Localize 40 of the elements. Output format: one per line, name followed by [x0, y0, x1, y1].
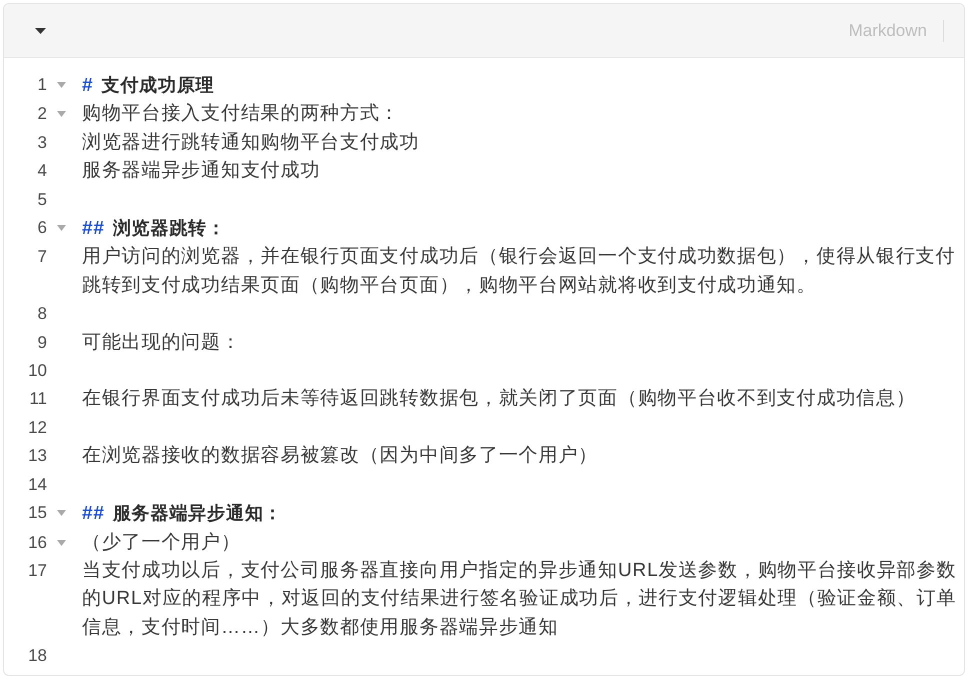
line-number: 15 — [27, 502, 47, 524]
line-number: 17 — [27, 560, 47, 582]
line-number: 18 — [27, 645, 47, 668]
fold-arrow-icon[interactable] — [57, 510, 66, 516]
line-number: 4 — [36, 160, 47, 182]
fold-arrow-icon[interactable] — [57, 111, 66, 118]
fold-arrow-icon[interactable] — [57, 225, 66, 232]
text-line: 当支付成功以后，支付公司服务器直接向用户指定的异步通知URL发送参数，购物平台接收异部参数的URL对应的程序中，对返回的支付结果进行签名验证成功后，进行支付逻辑处理（验证金额、订单信息，支付时间……）大多数都使用服务器端异步通知 — [82, 560, 956, 638]
text-line: 用户访问的浏览器，并在银行页面支付成功后（银行会返回一个支付成功数据包），使得从银行支付跳转到支付成功结果页面（购物平台页面），购物平台网站就将收到支付成功通知。 — [82, 246, 956, 296]
heading-marker: ## — [82, 218, 105, 240]
line-number: 1 — [36, 74, 47, 96]
text-line: 购物平台接入支付结果的两种方式： — [82, 103, 400, 124]
heading-text: 服务器端异步通知： — [112, 503, 282, 524]
text-line: 可能出现的问题： — [82, 332, 241, 353]
text-line: 在浏览器接收的数据容易被篡改（因为中间多了一个用户） — [82, 445, 598, 466]
line-number: 9 — [36, 332, 47, 354]
line-number: 8 — [36, 303, 47, 326]
fold-arrow-icon[interactable] — [57, 540, 66, 546]
line-number: 2 — [36, 103, 47, 126]
line-number: 16 — [27, 532, 47, 554]
line-number: 6 — [36, 217, 47, 240]
line-number: 3 — [36, 132, 47, 154]
line-number: 14 — [27, 474, 47, 496]
heading-text: 支付成功原理 — [101, 75, 215, 95]
line-number: 13 — [27, 445, 47, 468]
line-number: 7 — [36, 246, 47, 268]
text-line: 在银行界面支付成功后未等待返回跳转数据包，就关闭了页面（购物平台收不到支付成功信息） — [82, 388, 916, 410]
dropdown-caret-icon[interactable] — [35, 28, 46, 34]
text-line: 浏览器进行跳转通知购物平台支付成功 — [82, 132, 420, 153]
line-number: 10 — [27, 360, 47, 382]
line-number: 12 — [27, 416, 47, 439]
fold-arrow-icon[interactable] — [57, 82, 66, 88]
language-label[interactable]: Markdown — [848, 22, 927, 39]
heading-marker: ## — [82, 503, 105, 524]
text-line: 服务器端异步通知支付成功 — [82, 160, 320, 182]
line-number: 5 — [36, 188, 47, 211]
heading-marker: # — [82, 75, 94, 96]
text-line: （少了一个用户） — [82, 532, 241, 552]
line-number: 11 — [28, 388, 47, 410]
heading-text: 浏览器跳转： — [112, 218, 226, 238]
